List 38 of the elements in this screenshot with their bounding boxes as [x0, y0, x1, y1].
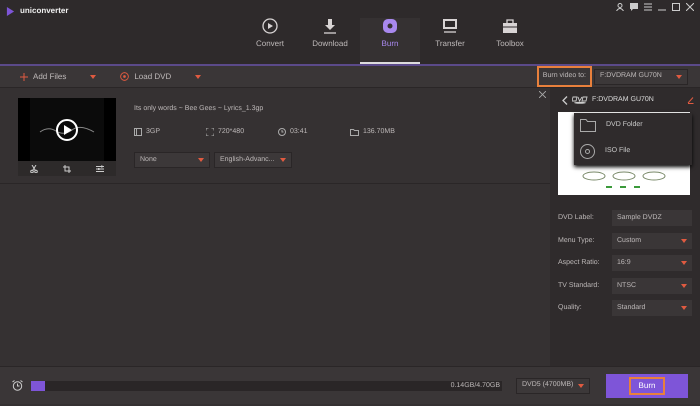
alarm-clock-icon[interactable]	[12, 380, 23, 391]
back-icon[interactable]	[562, 96, 568, 104]
download-icon	[322, 18, 338, 34]
nav-tab[interactable]: Toolbox	[480, 18, 540, 64]
plus-icon	[20, 72, 28, 80]
chat-icon[interactable]	[630, 3, 638, 11]
menu-icon[interactable]	[644, 3, 652, 11]
dvd-icon	[572, 96, 588, 104]
disc-icon	[580, 144, 595, 159]
load-dvd-button[interactable]: Load DVD	[120, 70, 172, 82]
folder-icon	[350, 128, 359, 136]
dropdown-icon[interactable]	[90, 74, 96, 78]
tray-icon	[442, 18, 458, 34]
play-circle-icon	[262, 18, 278, 34]
dropdown-icon[interactable]	[195, 74, 202, 78]
toolbox-icon	[502, 18, 518, 34]
crop-icon[interactable]	[62, 164, 71, 172]
scissors-icon[interactable]	[30, 164, 38, 172]
close-icon[interactable]	[686, 3, 694, 11]
folder-icon	[580, 119, 596, 132]
sliders-icon[interactable]	[96, 164, 104, 172]
nav-tab[interactable]: Convert	[240, 18, 300, 64]
film-icon	[134, 128, 142, 136]
maximize-icon[interactable]	[672, 3, 680, 11]
nav-tab[interactable]: Download	[300, 18, 360, 64]
nav-tab[interactable]: Burn	[360, 18, 420, 64]
clock-icon	[278, 128, 286, 136]
add-files-button[interactable]: Add Files	[20, 70, 66, 82]
close-icon[interactable]	[539, 91, 546, 98]
user-icon[interactable]	[616, 3, 624, 11]
video-thumbnail[interactable]	[18, 98, 116, 176]
disc-icon	[120, 72, 130, 81]
window-title: uniconverter	[20, 5, 68, 17]
resize-icon	[206, 128, 214, 136]
burn-button[interactable]: Burn	[630, 378, 664, 392]
nav-tab[interactable]: Transfer	[420, 18, 480, 64]
edit-icon[interactable]	[687, 96, 694, 104]
logo-icon	[6, 6, 15, 16]
